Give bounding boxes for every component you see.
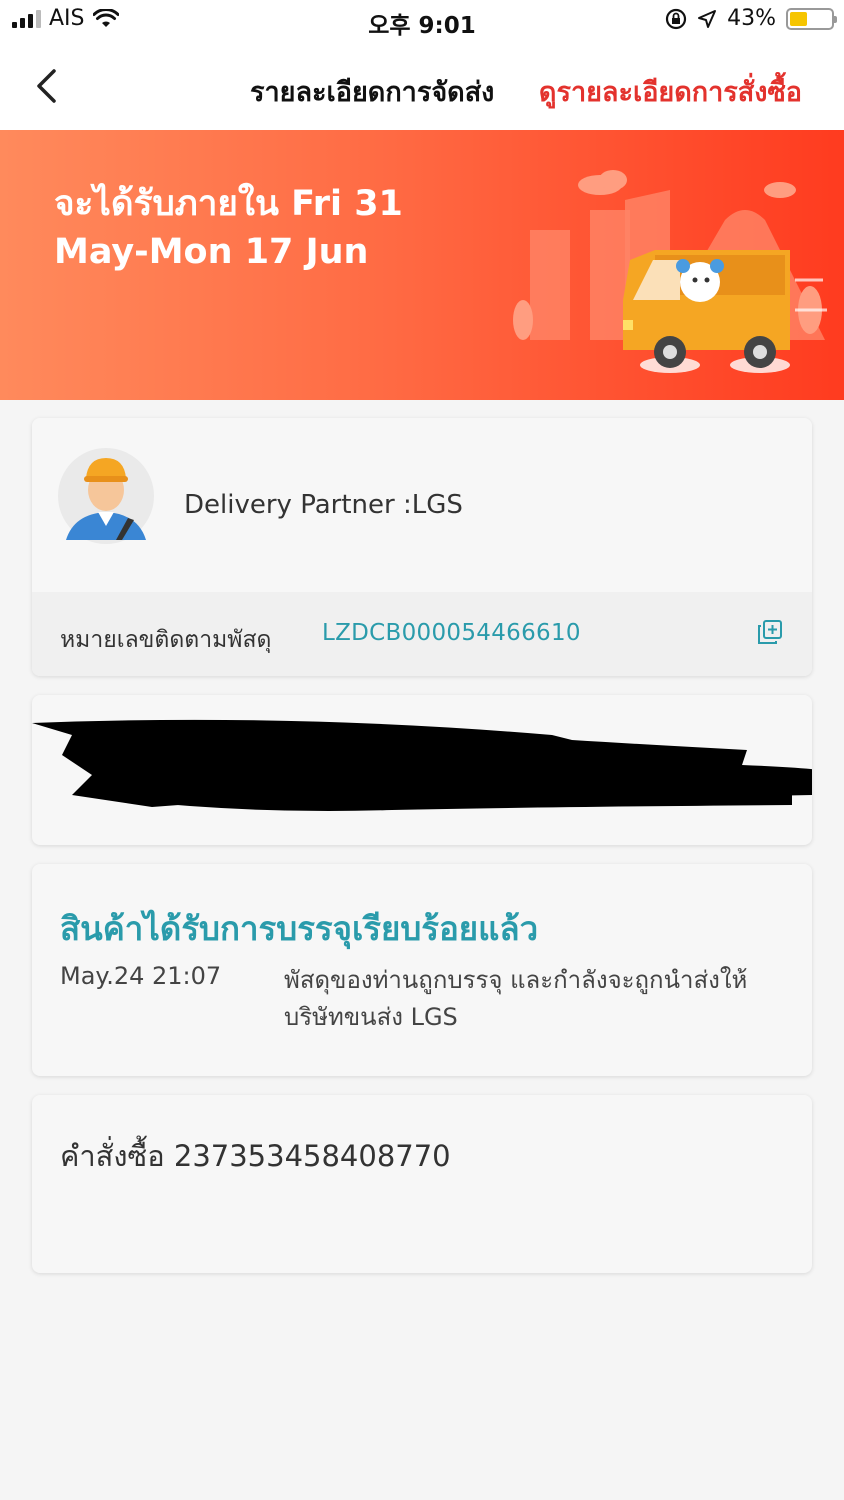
battery-icon	[786, 7, 837, 30]
status-bar: AIS 오후 9:01 43%	[0, 0, 844, 44]
copy-icon[interactable]	[756, 618, 784, 646]
partner-info: Delivery Partner :LGS	[32, 418, 812, 592]
delivery-estimate-banner: จะได้รับภายใน Fri 31 May-Mon 17 Jun	[0, 130, 844, 400]
delivery-partner-card: Delivery Partner :LGS หมายเลขติดตามพัสดุ…	[32, 418, 812, 676]
delivery-van-illustration	[513, 170, 827, 373]
courier-avatar-icon	[58, 448, 154, 544]
tracking-number[interactable]: LZDCB000054466610	[322, 620, 581, 646]
shipment-status-card: สินค้าได้รับการบรรจุเรียบร้อยแล้ว May.24…	[32, 864, 812, 1076]
order-number: คำสั่งซื้อ 237353458408770	[60, 1139, 451, 1173]
shipping-address-card	[32, 695, 812, 845]
status-description: พัสดุของท่านถูกบรรจุ และกำลังจะถูกนำส่งใ…	[284, 966, 748, 1031]
delivery-estimate-text: จะได้รับภายใน Fri 31 May-Mon 17 Jun	[54, 184, 403, 272]
tracking-number-label: หมายเลขติดตามพัสดุ	[60, 627, 272, 653]
back-button[interactable]	[28, 64, 64, 108]
redaction-scribble	[32, 719, 812, 811]
view-order-details-link[interactable]: ดูรายละเอียดการสั่งซื้อ	[539, 70, 802, 113]
status-right: 43%	[665, 6, 837, 31]
status-title: สินค้าได้รับการบรรจุเรียบร้อยแล้ว	[60, 909, 539, 948]
navigation-bar: รายละเอียดการจัดส่ง ดูรายละเอียดการสั่งซ…	[0, 44, 844, 130]
page-title: รายละเอียดการจัดส่ง	[250, 77, 495, 108]
status-timestamp: May.24 21:07	[60, 962, 222, 990]
tracking-row: หมายเลขติดตามพัสดุ LZDCB000054466610	[32, 592, 812, 676]
delivery-partner-label: Delivery Partner :LGS	[184, 490, 463, 520]
battery-percent: 43%	[727, 6, 776, 31]
location-icon	[698, 9, 717, 28]
order-number-card: คำสั่งซื้อ 237353458408770	[32, 1095, 812, 1273]
rotation-lock-icon	[665, 8, 687, 29]
chevron-left-icon	[37, 69, 56, 103]
